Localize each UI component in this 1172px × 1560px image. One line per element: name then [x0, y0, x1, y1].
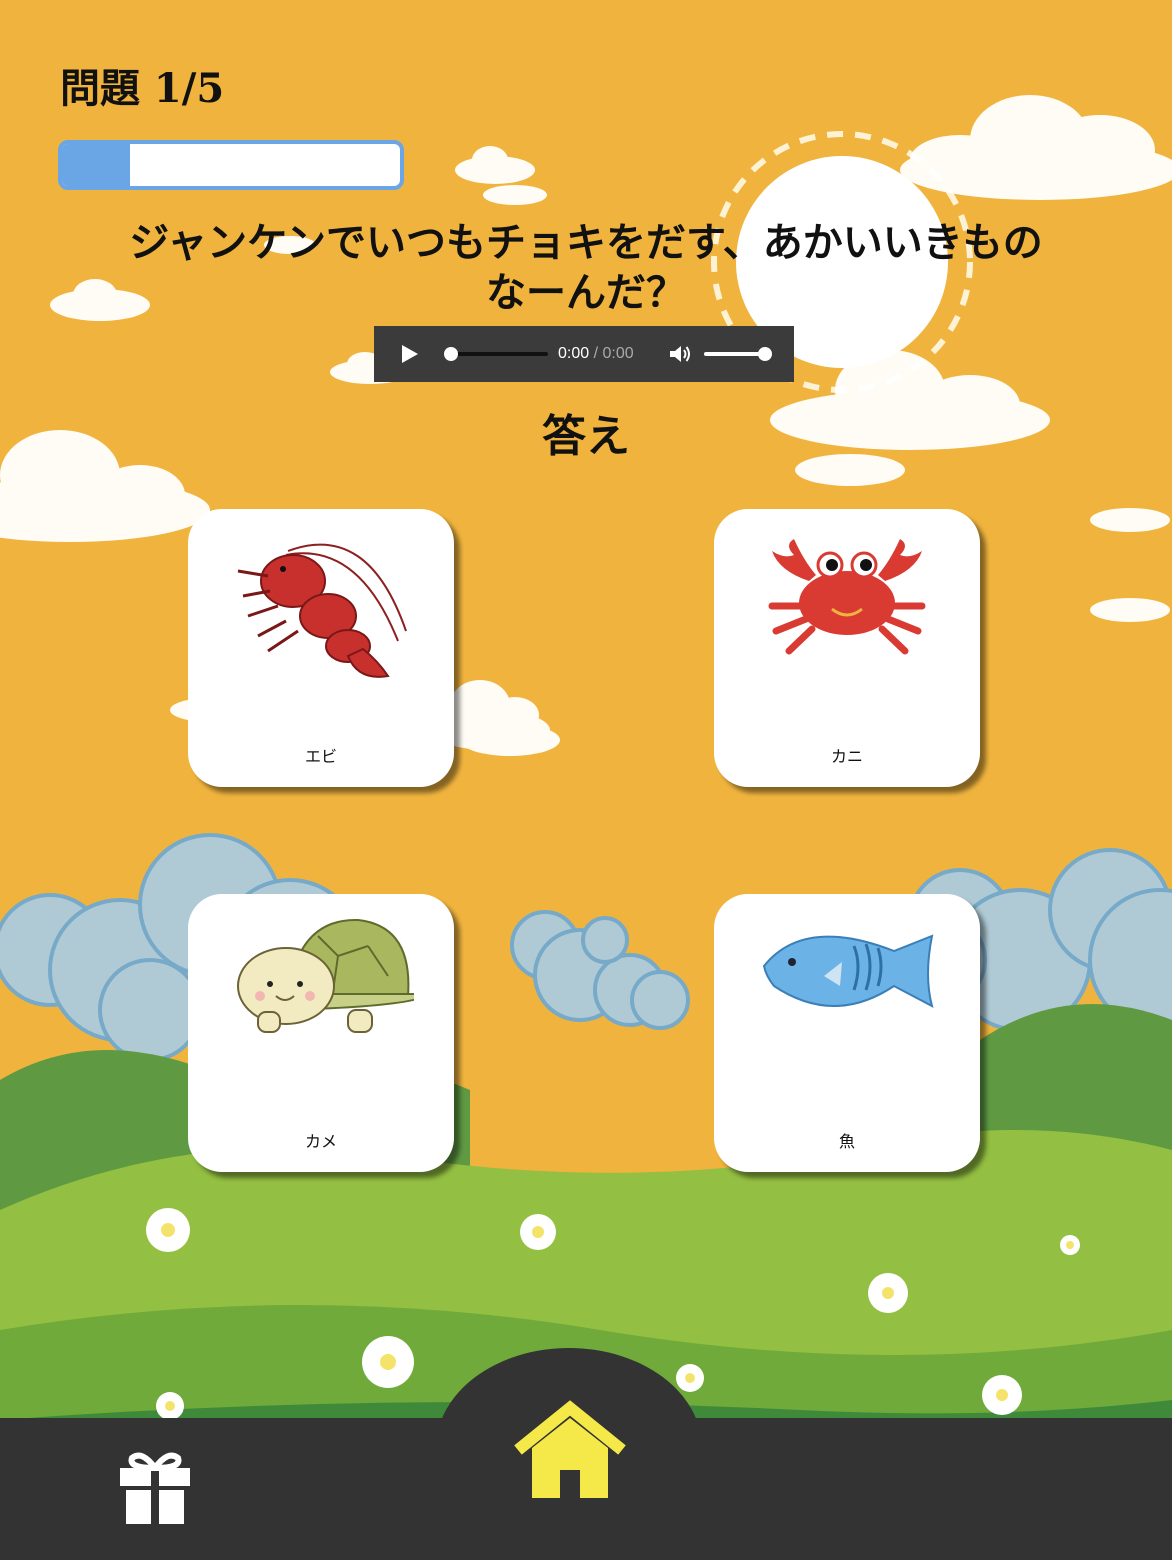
- gift-icon[interactable]: [114, 1446, 196, 1528]
- answer-heading: 答え: [542, 411, 630, 462]
- volume-thumb[interactable]: [758, 347, 772, 361]
- play-icon[interactable]: [398, 343, 420, 365]
- seek-slider[interactable]: [444, 347, 548, 361]
- choice-label: エビ: [304, 747, 337, 766]
- seek-thumb[interactable]: [444, 347, 458, 361]
- volume-slider[interactable]: [704, 347, 774, 361]
- choice-card-crab[interactable]: カニ: [714, 509, 980, 787]
- duration: 0:00: [602, 345, 634, 362]
- progress-fill: [62, 144, 130, 186]
- fish-icon: [762, 934, 934, 1008]
- choice-card-fish[interactable]: 魚: [714, 894, 980, 1172]
- seek-track: [450, 352, 548, 356]
- time-separator: /: [589, 345, 603, 362]
- choice-card-shrimp[interactable]: エビ: [188, 509, 454, 787]
- choice-card-turtle[interactable]: カメ: [188, 894, 454, 1172]
- shrimp-icon: [237, 543, 407, 678]
- question-counter: 問題 1/5: [60, 65, 225, 112]
- crab-icon: [768, 539, 926, 655]
- audio-player: 0:00 / 0:00: [374, 326, 794, 382]
- home-icon[interactable]: [510, 1398, 630, 1502]
- volume-icon[interactable]: [668, 343, 692, 365]
- audio-time: 0:00 / 0:00: [558, 343, 634, 365]
- volume-track: [704, 352, 766, 356]
- choice-label: カニ: [830, 747, 863, 766]
- choice-label: 魚: [838, 1132, 855, 1151]
- choice-label: カメ: [304, 1132, 337, 1151]
- question-text: ジャンケンでいつもチョキをだす、あかいいきもの なーんだ？: [129, 220, 1043, 316]
- current-time: 0:00: [558, 345, 590, 362]
- turtle-icon: [237, 918, 414, 1033]
- progress-bar: [58, 140, 404, 190]
